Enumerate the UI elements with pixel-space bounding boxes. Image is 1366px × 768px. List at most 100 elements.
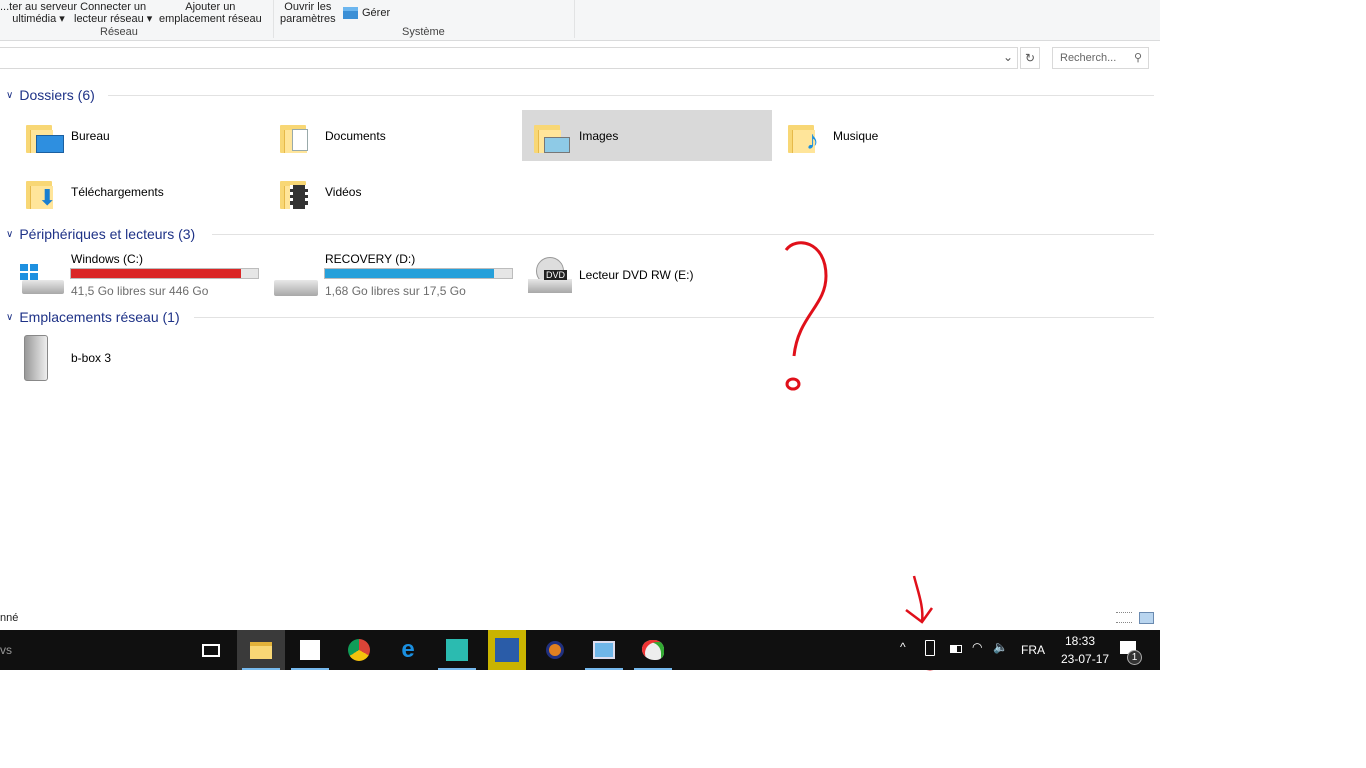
drive-usage-bar [70,268,259,279]
address-bar[interactable]: ⌄ [0,47,1018,69]
drive-name: Windows (C:) [71,252,144,266]
store-icon [300,640,320,660]
chevron-down-icon: ∨ [6,89,14,101]
documents-folder-icon [280,121,308,153]
section-header-folders[interactable]: ∨ Dossiers (6) [6,87,95,103]
chevron-down-icon: ∨ [6,311,14,323]
taskbar-vlc-app[interactable] [531,630,579,670]
taskbar-paint-app[interactable] [629,630,677,670]
status-bar-text: nné [0,612,19,624]
chevron-down-icon[interactable]: ⌄ [1003,50,1013,64]
folder-images[interactable]: Images [522,110,772,161]
app-icon [446,639,468,661]
large-icons-view-icon[interactable] [1139,612,1154,624]
section-title: Dossiers (6) [19,87,95,103]
ribbon-open-settings-button[interactable]: Ouvrir les paramètres [280,1,336,25]
taskbar: vs e ^ ◠ 🔈 FRA 18:33 23-07-17 1 [0,630,1160,670]
app-icon [593,641,615,659]
folder-label: Musique [833,128,879,143]
folder-bureau[interactable]: Bureau [0,110,250,161]
section-header-network[interactable]: ∨ Emplacements réseau (1) [6,309,180,325]
usb-eject-icon[interactable] [925,640,935,656]
wifi-icon[interactable]: ◠ [972,640,982,654]
battery-icon[interactable] [950,645,962,653]
dvd-badge: DVD [544,270,568,280]
search-box[interactable]: vs [0,643,12,657]
desktop-folder-icon [26,121,64,153]
language-indicator[interactable]: FRA [1021,643,1045,657]
divider [212,234,1154,235]
app-icon [546,641,564,659]
drive-name: RECOVERY (D:) [325,252,416,266]
folder-documents[interactable]: Documents [254,110,504,161]
task-view-icon [202,643,220,657]
taskbar-v-app[interactable] [488,630,526,670]
label: Ouvrir les [284,1,332,13]
group-label-system: Système [402,26,445,38]
drive-name: Lecteur DVD RW (E:) [579,268,694,282]
search-icon: ⚲ [1133,52,1142,64]
label: paramètres [280,13,336,25]
folder-label: Images [579,128,619,143]
dvd-drive-icon: DVD [528,257,572,295]
ribbon-map-drive-button[interactable]: Connecter un lecteur réseau ▾ [74,1,152,25]
label: Ajouter un [185,1,236,13]
chevron-up-icon[interactable]: ^ [900,640,906,654]
pictures-folder-icon [534,121,570,153]
taskbar-anime-app[interactable] [433,630,481,670]
taskbar-chrome[interactable] [335,630,383,670]
section-title: Périphériques et lecteurs (3) [19,226,196,242]
ribbon-add-network-location-button[interactable]: Ajouter un emplacement réseau [159,1,262,25]
hard-drive-icon [274,280,318,296]
windows-drive-icon [20,264,64,296]
taskbar-file-explorer[interactable] [237,630,285,670]
drive-usage-fill [325,269,495,278]
label: ...ter au serveur [0,1,78,13]
app-v-icon [495,638,519,662]
clock-time[interactable]: 18:33 [1065,634,1095,648]
edge-icon: e [401,636,415,663]
file-explorer-window: ...ter au serveur ultimédia ▾ Connecter u… [0,0,1160,630]
volume-icon[interactable]: 🔈 [993,640,1008,654]
notification-badge: 1 [1127,650,1142,665]
refresh-icon[interactable]: ↻ [1020,47,1040,69]
taskbar-control-app[interactable] [580,630,628,670]
chrome-icon [348,639,370,661]
clock-date[interactable]: 23-07-17 [1061,652,1109,666]
network-item-bbox[interactable]: b-box 3 [0,332,250,383]
music-folder-icon: ♪ [788,121,819,153]
search-placeholder: Recherch... [1060,52,1117,64]
downloads-folder-icon: ⬇ [26,177,56,209]
divider [574,0,575,38]
drive-usage-fill [71,269,241,278]
search-input[interactable]: Recherch... ⚲ [1052,47,1149,69]
folder-icon [250,641,272,659]
label: emplacement réseau [159,13,262,25]
divider [108,95,1154,96]
details-view-icon[interactable] [1116,612,1132,623]
group-label-network: Réseau [100,26,138,38]
drive-usage-bar [324,268,513,279]
network-item-label: b-box 3 [71,350,112,365]
chevron-down-icon: ∨ [6,228,14,240]
folder-label: Bureau [71,128,110,143]
taskbar-edge[interactable]: e [384,630,432,670]
paint-icon [642,640,664,660]
divider [194,317,1154,318]
taskbar-store[interactable] [286,630,334,670]
label: Connecter un [80,1,147,13]
manage-icon [343,7,358,19]
folder-label: Téléchargements [71,184,164,199]
drive-free-space: 41,5 Go libres sur 446 Go [71,284,209,298]
ribbon: ...ter au serveur ultimédia ▾ Connecter u… [0,0,1160,41]
folder-label: Documents [325,128,386,143]
ribbon-media-server-button[interactable]: ...ter au serveur ultimédia ▾ [0,1,77,25]
task-view-button[interactable] [187,630,235,670]
folder-telechargements[interactable]: ⬇ Téléchargements [0,166,250,217]
section-header-devices[interactable]: ∨ Périphériques et lecteurs (3) [6,226,195,242]
label: Gérer [362,7,391,19]
annotation-question-mark [784,241,828,391]
folder-musique[interactable]: ♪ Musique [762,110,1012,161]
folder-videos[interactable]: Vidéos [254,166,504,217]
ribbon-manage-button[interactable]: Gérer [343,7,390,19]
